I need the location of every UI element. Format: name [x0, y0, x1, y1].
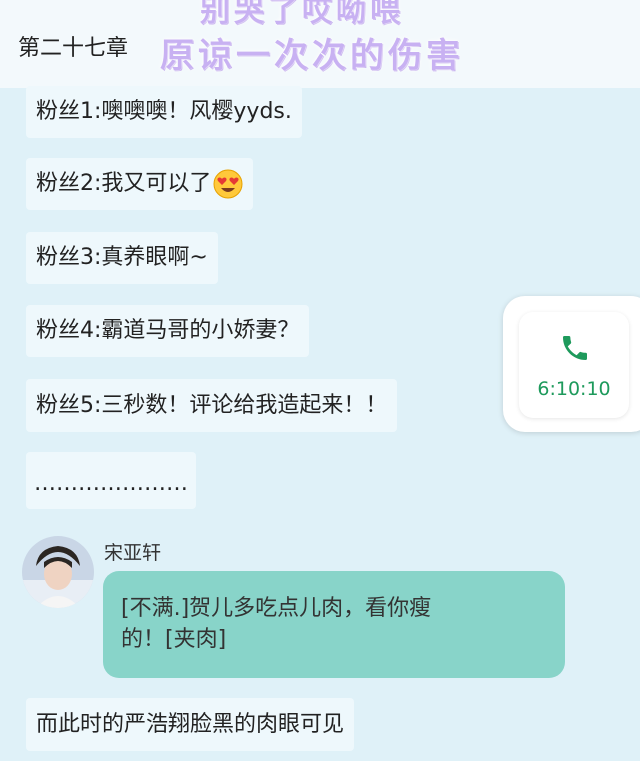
sender-name: 宋亚轩 [104, 542, 162, 564]
fan-comment-2-text: 粉丝2:我又可以了 [36, 171, 212, 196]
phone-icon [563, 336, 587, 360]
avatar-image [22, 536, 94, 608]
fan-comment-5: 粉丝5:三秒数！评论给我造起来！！ [26, 379, 398, 432]
chapter-title: 第二十七章 [18, 36, 129, 61]
heart-eyes-emoji-icon [213, 169, 243, 199]
narration-line: 而此时的严浩翔脸黑的肉眼可见 [26, 698, 355, 751]
avatar[interactable] [22, 536, 94, 608]
overlay-lyric-line2: 原谅一次次的伤害 [160, 36, 464, 76]
floating-call-widget[interactable]: 6:10:10 [503, 296, 640, 432]
overlay-lyric-line1: 别哭了哎呦喂 [200, 0, 404, 29]
fan-comment-4: 粉丝4:霸道马哥的小娇妻？ [26, 305, 310, 357]
ellipsis-line: ………………… [26, 452, 196, 509]
fan-comment-2: 粉丝2:我又可以了 [26, 158, 254, 210]
fan-comment-3: 粉丝3:真养眼啊~ [26, 232, 218, 284]
chapter-header: 第二十七章 别哭了哎呦喂 原谅一次次的伤害 [0, 0, 640, 88]
chat-message-bubble: [不满.]贺儿多吃点儿肉，看你瘦 的！[夹肉] [103, 571, 565, 678]
call-duration: 6:10:10 [537, 378, 611, 400]
fan-comment-1: 粉丝1:噢噢噢！风樱yyds. [26, 86, 302, 138]
call-widget-panel[interactable]: 6:10:10 [519, 312, 629, 418]
chat-message-line1: [不满.]贺儿多吃点儿肉，看你瘦 [121, 596, 432, 621]
chat-message-line2: 的！[夹肉] [121, 627, 227, 652]
